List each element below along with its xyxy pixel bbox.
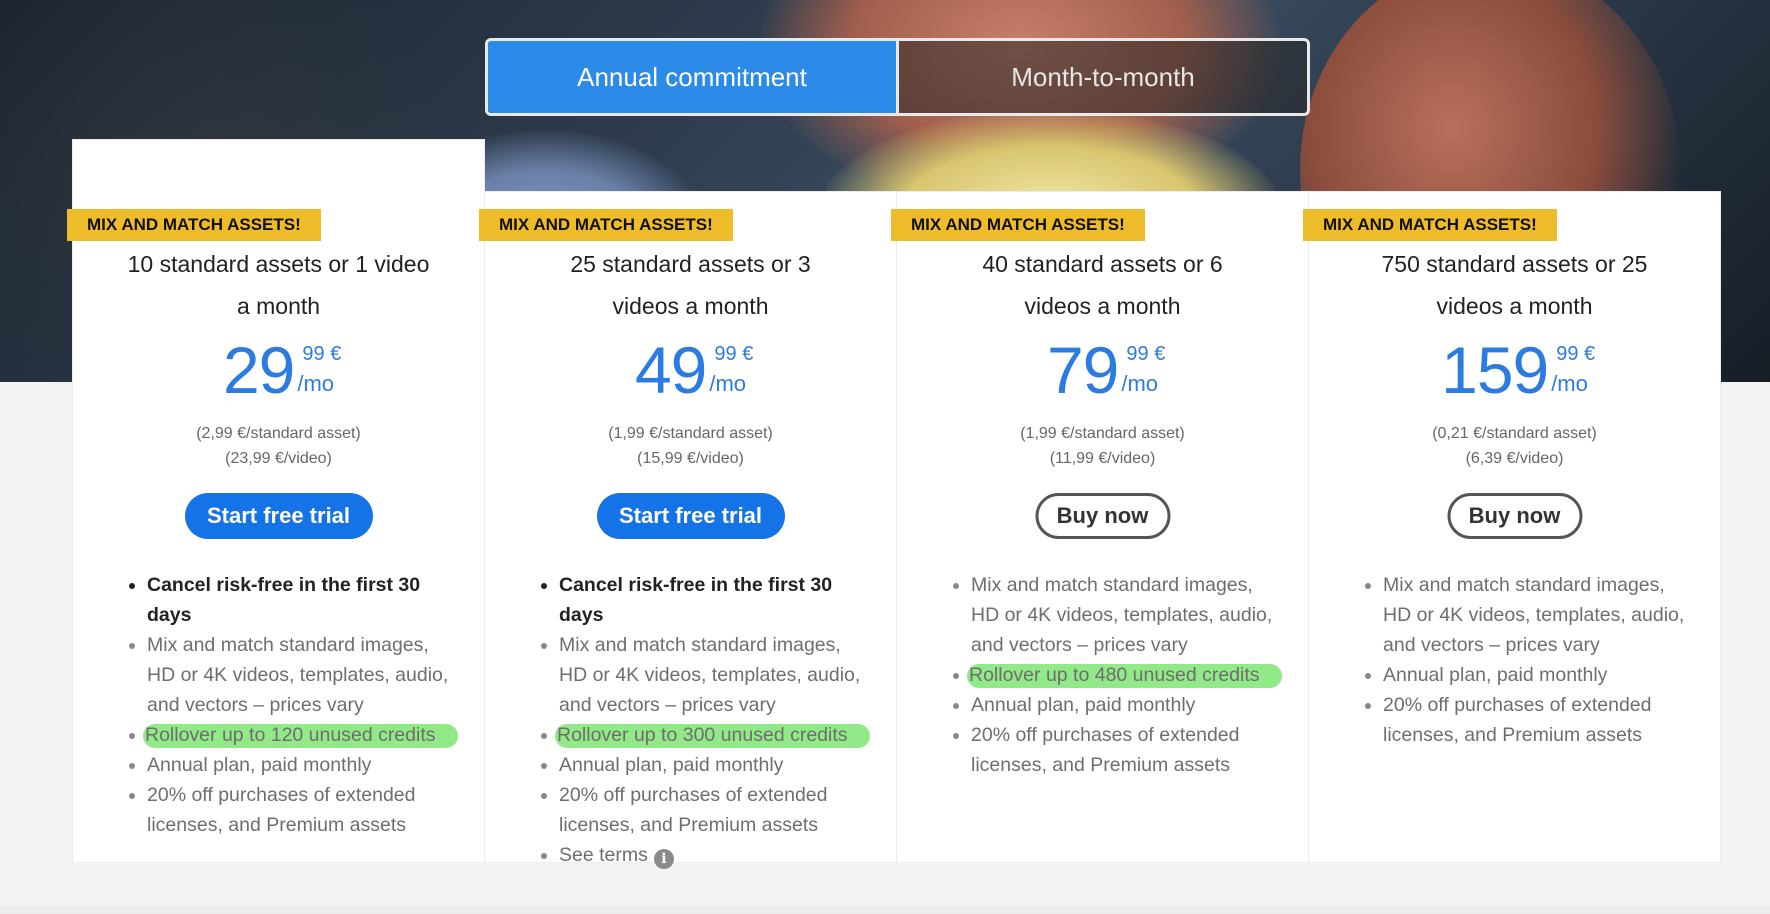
- price-amount: 79: [1046, 333, 1119, 407]
- list-item: Mix and match standard images, HD or 4K …: [1383, 570, 1694, 660]
- plan-title: 25 standard assets or 3 videos a month: [570, 251, 811, 319]
- plan-price: 159 99 €/mo: [1309, 337, 1720, 407]
- page-footer-strip: [0, 906, 1770, 914]
- plan-price: 29 99 €/mo: [73, 337, 484, 407]
- plan-price: 49 99 €/mo: [485, 337, 896, 407]
- plan-card-25-assets: MIX AND MATCH ASSETS! 25 standard assets…: [479, 191, 897, 869]
- price-cents: 99 €: [302, 343, 342, 365]
- list-item: Annual plan, paid monthly: [1383, 660, 1694, 690]
- start-free-trial-button[interactable]: Start free trial: [184, 493, 373, 539]
- plan-price: 79 99 €/mo: [897, 337, 1308, 407]
- buy-now-button[interactable]: Buy now: [1035, 493, 1170, 539]
- list-item: 20% off purchases of extended licenses, …: [1383, 690, 1694, 750]
- price-cents: 99 €: [714, 343, 754, 365]
- list-item: 20% off purchases of extended licenses, …: [971, 720, 1282, 780]
- list-item: 20% off purchases of extended licenses, …: [559, 780, 870, 840]
- feature-list: Cancel risk-free in the first 30 days Mi…: [537, 570, 870, 870]
- plan-title: 750 standard assets or 25 videos a month: [1381, 251, 1648, 319]
- price-breakdown: (0,21 €/standard asset) (6,39 €/video): [1432, 425, 1597, 467]
- mix-match-badge: MIX AND MATCH ASSETS!: [891, 209, 1145, 241]
- list-item: Cancel risk-free in the first 30 days: [147, 570, 458, 630]
- list-item: Annual plan, paid monthly: [559, 750, 870, 780]
- list-item: Mix and match standard images, HD or 4K …: [971, 570, 1282, 660]
- price-amount: 29: [222, 333, 295, 407]
- mix-match-badge: MIX AND MATCH ASSETS!: [1303, 209, 1557, 241]
- list-item: Rollover up to 480 unused credits: [967, 660, 1282, 690]
- list-item: Cancel risk-free in the first 30 days: [559, 570, 870, 630]
- start-free-trial-button[interactable]: Start free trial: [596, 493, 785, 539]
- mix-match-badge: MIX AND MATCH ASSETS!: [67, 209, 321, 241]
- plan-card-10-assets: MIX AND MATCH ASSETS! 10 standard assets…: [67, 139, 485, 863]
- buy-now-button[interactable]: Buy now: [1447, 493, 1582, 539]
- mix-match-badge: MIX AND MATCH ASSETS!: [479, 209, 733, 241]
- list-item: Mix and match standard images, HD or 4K …: [559, 630, 870, 720]
- highlighted-rollover-text: Rollover up to 480 unused credits: [967, 664, 1282, 688]
- plan-card-40-assets: MIX AND MATCH ASSETS! 40 standard assets…: [891, 191, 1309, 863]
- see-terms-link[interactable]: See terms: [559, 844, 648, 866]
- highlighted-rollover-text: Rollover up to 120 unused credits: [143, 724, 458, 748]
- price-cents: 99 €: [1556, 343, 1596, 365]
- feature-list: Mix and match standard images, HD or 4K …: [949, 570, 1282, 780]
- price-cents: 99 €: [1126, 343, 1166, 365]
- info-icon[interactable]: i: [653, 849, 674, 869]
- price-period: /mo: [1551, 371, 1588, 396]
- list-item: Rollover up to 300 unused credits: [555, 720, 870, 750]
- list-item: See termsi: [559, 840, 870, 870]
- price-breakdown: (2,99 €/standard asset) (23,99 €/video): [196, 425, 361, 467]
- highlighted-rollover-text: Rollover up to 300 unused credits: [555, 724, 870, 748]
- toggle-month-to-month[interactable]: Month-to-month: [899, 41, 1307, 113]
- price-amount: 49: [634, 333, 707, 407]
- billing-toggle: Annual commitment Month-to-month: [485, 38, 1310, 116]
- price-amount: 159: [1441, 333, 1549, 407]
- feature-list: Mix and match standard images, HD or 4K …: [1361, 570, 1694, 750]
- plan-title: 40 standard assets or 6 videos a month: [982, 251, 1223, 319]
- list-item: Rollover up to 120 unused credits: [143, 720, 458, 750]
- list-item: Annual plan, paid monthly: [971, 690, 1282, 720]
- plan-card-750-assets: MIX AND MATCH ASSETS! 750 standard asset…: [1303, 191, 1721, 863]
- list-item: Mix and match standard images, HD or 4K …: [147, 630, 458, 720]
- price-period: /mo: [709, 371, 747, 396]
- price-breakdown: (1,99 €/standard asset) (11,99 €/video): [1020, 425, 1185, 467]
- price-breakdown: (1,99 €/standard asset) (15,99 €/video): [608, 425, 773, 467]
- price-period: /mo: [1121, 371, 1159, 396]
- feature-list: Cancel risk-free in the first 30 days Mi…: [125, 570, 458, 840]
- toggle-annual-commitment[interactable]: Annual commitment: [488, 41, 899, 113]
- list-item: Annual plan, paid monthly: [147, 750, 458, 780]
- price-period: /mo: [297, 371, 335, 396]
- list-item: 20% off purchases of extended licenses, …: [147, 780, 458, 840]
- plan-title: 10 standard assets or 1 video a month: [127, 251, 430, 319]
